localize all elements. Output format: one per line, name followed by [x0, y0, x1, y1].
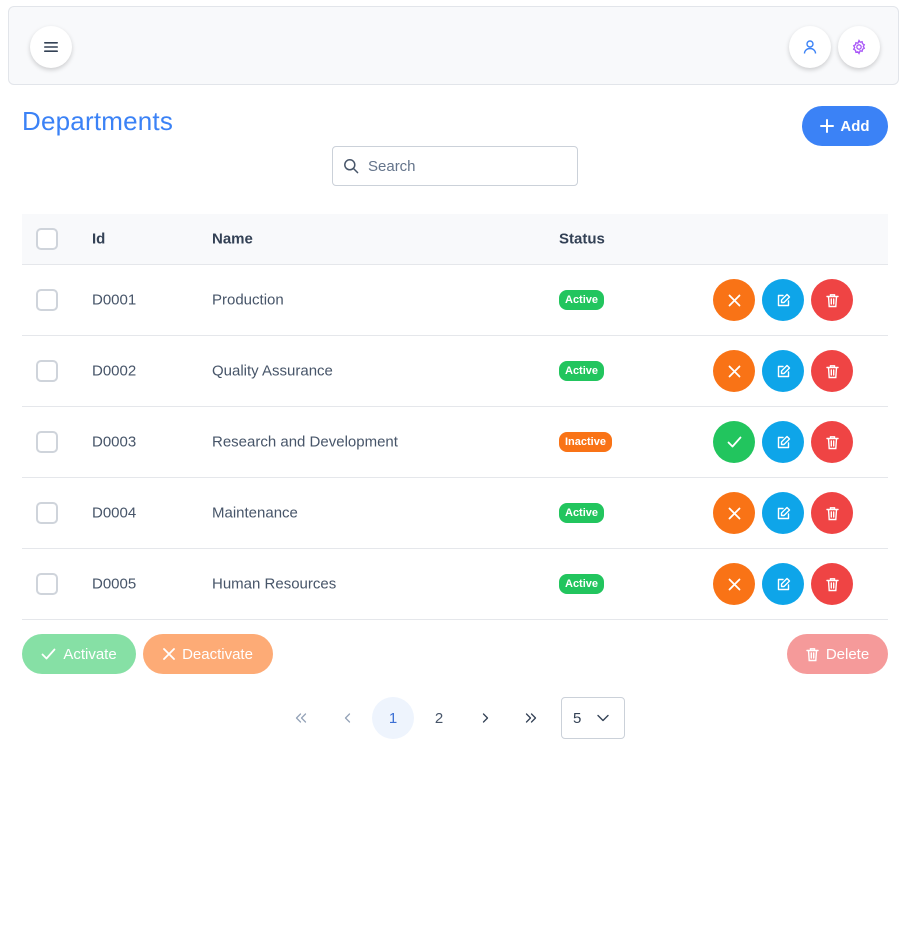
- department-id: D0003: [92, 433, 137, 451]
- department-name: Maintenance: [212, 504, 298, 522]
- edit-icon: [777, 293, 790, 306]
- deactivate-selected-button[interactable]: Deactivate: [143, 634, 273, 674]
- gear-icon: [852, 39, 866, 55]
- column-header-name[interactable]: Name: [212, 231, 253, 248]
- trash-icon: [806, 647, 819, 661]
- settings-button[interactable]: [838, 26, 880, 68]
- next-page-button[interactable]: [464, 697, 506, 739]
- add-button[interactable]: Add: [802, 106, 888, 146]
- edit-row-button[interactable]: [762, 350, 804, 392]
- close-icon: [728, 294, 740, 306]
- table-row: D0002 Quality Assurance Active: [22, 336, 888, 407]
- edit-icon: [777, 577, 790, 590]
- department-name: Quality Assurance: [212, 362, 333, 380]
- row-checkbox[interactable]: [36, 573, 58, 595]
- deactivate-row-button[interactable]: [713, 563, 755, 605]
- page-button-2[interactable]: 2: [418, 697, 460, 739]
- first-page-button[interactable]: [280, 697, 322, 739]
- deactivate-row-button[interactable]: [713, 492, 755, 534]
- edit-row-button[interactable]: [762, 279, 804, 321]
- department-name: Human Resources: [212, 575, 337, 593]
- menu-button[interactable]: [30, 26, 72, 68]
- trash-icon: [825, 506, 839, 520]
- edit-icon: [777, 364, 790, 377]
- trash-icon: [825, 364, 839, 378]
- row-checkbox[interactable]: [36, 360, 58, 382]
- department-id: D0002: [92, 362, 137, 380]
- close-icon: [163, 648, 175, 660]
- rows-per-page-dropdown[interactable]: 5: [561, 697, 625, 739]
- delete-row-button[interactable]: [811, 421, 853, 463]
- status-badge: Active: [559, 574, 605, 594]
- hamburger-menu-icon: [44, 42, 58, 52]
- department-id: D0005: [92, 575, 137, 593]
- table-body: D0001 Production Active D0002 Quality Assura…: [22, 265, 888, 620]
- delete-row-button[interactable]: [811, 563, 853, 605]
- status-badge: Active: [559, 503, 605, 523]
- deactivate-row-button[interactable]: [713, 350, 755, 392]
- table-row: D0003 Research and Development Inactive: [22, 407, 888, 478]
- department-id: D0004: [92, 504, 137, 522]
- search-icon: [344, 159, 359, 174]
- deactivate-label: Deactivate: [182, 645, 253, 663]
- delete-row-button[interactable]: [811, 350, 853, 392]
- user-icon: [803, 40, 817, 54]
- delete-label: Delete: [825, 645, 870, 663]
- add-button-label: Add: [840, 117, 870, 135]
- table-row: D0005 Human Resources Active: [22, 549, 888, 620]
- chevron-down-icon: [597, 714, 610, 722]
- edit-row-button[interactable]: [762, 563, 804, 605]
- delete-row-button[interactable]: [811, 279, 853, 321]
- page-title: Departments: [22, 106, 174, 136]
- status-badge: Inactive: [559, 432, 612, 452]
- row-checkbox[interactable]: [36, 502, 58, 524]
- edit-icon: [777, 435, 790, 448]
- departments-table: Id Name Status D0001 Production Active D000…: [22, 214, 888, 620]
- search-input[interactable]: [368, 157, 558, 175]
- double-chevron-left-icon: [295, 713, 307, 723]
- table-row: D0001 Production Active: [22, 265, 888, 336]
- row-checkbox[interactable]: [36, 289, 58, 311]
- last-page-button[interactable]: [510, 697, 552, 739]
- select-all-checkbox[interactable]: [36, 228, 58, 250]
- plus-icon: [820, 119, 835, 133]
- activate-row-button[interactable]: [713, 421, 755, 463]
- activate-label: Activate: [63, 645, 117, 663]
- close-icon: [728, 578, 740, 590]
- search-field: [332, 146, 578, 186]
- trash-icon: [825, 293, 839, 307]
- page-button-1[interactable]: 1: [372, 697, 414, 739]
- rows-per-page-value: 5: [573, 709, 582, 727]
- column-header-status[interactable]: Status: [559, 231, 605, 248]
- column-header-id[interactable]: Id: [92, 231, 105, 248]
- row-checkbox[interactable]: [36, 431, 58, 453]
- department-id: D0001: [92, 291, 137, 309]
- trash-icon: [825, 435, 839, 449]
- edit-row-button[interactable]: [762, 492, 804, 534]
- delete-row-button[interactable]: [811, 492, 853, 534]
- department-name: Production: [212, 291, 284, 309]
- department-name: Research and Development: [212, 433, 398, 451]
- trash-icon: [825, 577, 839, 591]
- check-icon: [41, 648, 56, 660]
- table-row: D0004 Maintenance Active: [22, 478, 888, 549]
- profile-button[interactable]: [789, 26, 831, 68]
- activate-selected-button[interactable]: Activate: [22, 634, 136, 674]
- check-icon: [727, 436, 741, 448]
- table-header: Id Name Status: [22, 214, 888, 265]
- top-toolbar: [8, 6, 899, 85]
- edit-icon: [777, 506, 790, 519]
- status-badge: Active: [559, 290, 605, 310]
- close-icon: [728, 507, 740, 519]
- status-badge: Active: [559, 361, 605, 381]
- previous-page-button[interactable]: [326, 697, 368, 739]
- deactivate-row-button[interactable]: [713, 279, 755, 321]
- delete-selected-button[interactable]: Delete: [787, 634, 888, 674]
- close-icon: [728, 365, 740, 377]
- chevron-left-icon: [344, 713, 350, 723]
- chevron-right-icon: [482, 713, 488, 723]
- edit-row-button[interactable]: [762, 421, 804, 463]
- double-chevron-right-icon: [525, 713, 537, 723]
